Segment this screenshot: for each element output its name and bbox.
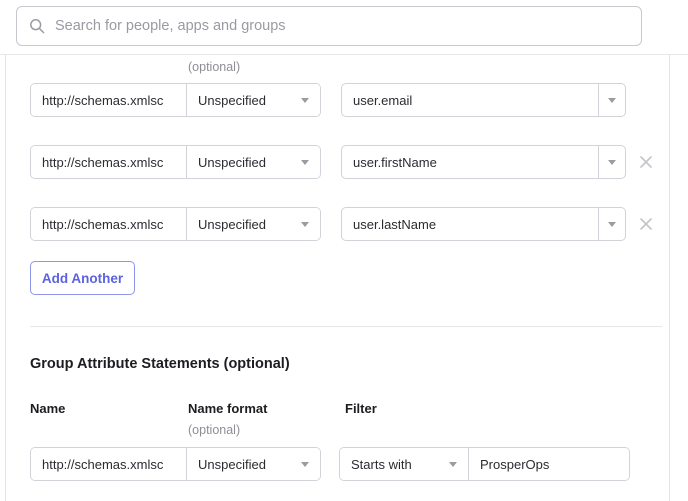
content-panel: (optional) Unspecified: [5, 55, 670, 501]
attribute-name-format-value: Unspecified: [198, 92, 266, 108]
name-and-format-group: Unspecified: [30, 207, 321, 241]
content-inner: (optional) Unspecified: [6, 55, 669, 499]
attribute-name-input[interactable]: [31, 208, 186, 240]
chevron-down-icon: [608, 98, 616, 103]
attribute-value-group: [341, 207, 626, 241]
attribute-name-format-select[interactable]: Unspecified: [186, 146, 320, 178]
name-input-cell: [31, 84, 186, 116]
column-header-filter: Filter: [345, 401, 377, 416]
attribute-value-input[interactable]: [342, 84, 598, 116]
group-filter-type-select[interactable]: Starts with: [340, 448, 468, 480]
remove-attribute-row-button[interactable]: [637, 153, 655, 171]
group-filter-type-value: Starts with: [351, 456, 412, 472]
column-header-name-format-optional: (optional): [188, 423, 241, 437]
attribute-value-field: [342, 84, 598, 116]
group-name-and-format-group: Unspecified: [30, 447, 321, 481]
attribute-name-format-select[interactable]: Unspecified: [186, 84, 320, 116]
chevron-down-icon: [608, 222, 616, 227]
global-search-bar: [0, 0, 688, 55]
group-attribute-name-input[interactable]: [31, 448, 186, 480]
group-name-input-cell: [31, 448, 186, 480]
app-root: (optional) Unspecified: [0, 0, 688, 501]
attribute-name-input[interactable]: [31, 84, 186, 116]
attribute-value-dropdown-button[interactable]: [598, 208, 625, 240]
group-filter-group: Starts with: [339, 447, 630, 481]
name-and-format-group: Unspecified: [30, 83, 321, 117]
remove-attribute-row-button[interactable]: [637, 215, 655, 233]
attribute-name-format-value: Unspecified: [198, 216, 266, 232]
attribute-value-input[interactable]: [342, 208, 598, 240]
name-input-cell: [31, 208, 186, 240]
attribute-value-dropdown-button[interactable]: [598, 84, 625, 116]
attribute-value-dropdown-button[interactable]: [598, 146, 625, 178]
name-and-format-group: Unspecified: [30, 145, 321, 179]
attribute-name-input[interactable]: [31, 146, 186, 178]
name-input-cell: [31, 146, 186, 178]
attribute-value-input[interactable]: [342, 146, 598, 178]
search-input[interactable]: [55, 18, 615, 34]
search-box[interactable]: [16, 6, 642, 46]
attribute-name-format-select[interactable]: Unspecified: [186, 208, 320, 240]
group-attribute-name-format-value: Unspecified: [198, 456, 266, 472]
group-filter-value-input[interactable]: [469, 448, 629, 480]
group-filter-value-cell: [468, 448, 629, 480]
attribute-name-format-value: Unspecified: [198, 154, 266, 170]
column-header-name-format: Name format: [188, 401, 268, 416]
chevron-down-icon: [449, 462, 457, 467]
attribute-value-group: [341, 83, 626, 117]
chevron-down-icon: [301, 160, 309, 165]
group-attribute-name-format-select[interactable]: Unspecified: [186, 448, 320, 480]
section-divider: [30, 326, 662, 327]
chevron-down-icon: [608, 160, 616, 165]
attribute-value-field: [342, 146, 598, 178]
column-header-name: Name: [30, 401, 66, 416]
add-another-button[interactable]: Add Another: [30, 261, 135, 295]
search-icon: [29, 18, 45, 34]
chevron-down-icon: [301, 98, 309, 103]
attribute-name-format-optional-label: (optional): [188, 60, 241, 74]
attribute-value-group: [341, 145, 626, 179]
chevron-down-icon: [301, 462, 309, 467]
group-attribute-statements-title: Group Attribute Statements (optional): [30, 356, 290, 372]
chevron-down-icon: [301, 222, 309, 227]
attribute-value-field: [342, 208, 598, 240]
